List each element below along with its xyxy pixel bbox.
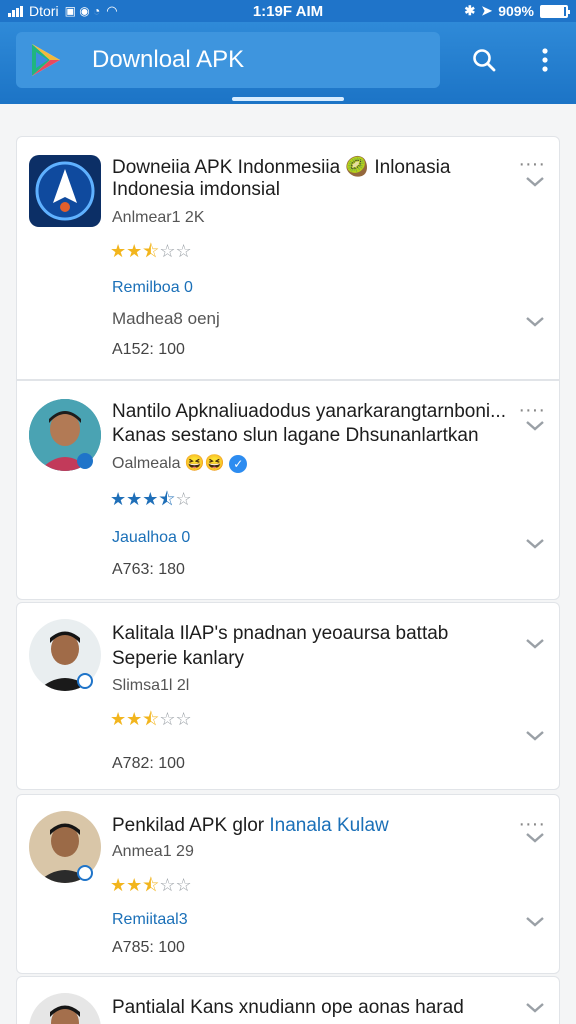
item-meta: Slimsa1l 2l xyxy=(112,677,190,694)
chevron-down-icon[interactable] xyxy=(525,729,545,743)
app-bar: Downloal APK xyxy=(0,22,576,104)
item-count: A763: 180 xyxy=(112,561,185,578)
star-empty-icon: ☆ xyxy=(159,241,176,261)
item-title-line2: Indonesia imdonsial xyxy=(112,179,280,200)
item-title-line2: Seperie kanlary xyxy=(112,648,245,669)
star-half-icon: ⯪ xyxy=(142,709,160,729)
list-item[interactable]: Nantilo Apknaliuadodus yanarkarangtarnbo… xyxy=(16,380,560,600)
more-menu-button[interactable] xyxy=(527,42,563,78)
search-icon xyxy=(473,49,496,72)
verified-badge-icon xyxy=(77,453,93,469)
star-full-icon: ★ xyxy=(110,875,127,895)
item-title: Downeiia APK Indonmesiia 🥝 Inlonasia xyxy=(112,157,451,178)
star-full-icon: ★ xyxy=(142,489,159,509)
avatar xyxy=(29,993,101,1024)
list-item[interactable]: Kalitala IlAP's pnadnan yeoaursa battab … xyxy=(16,602,560,790)
item-title: Penkilad APK glor Inanala Kulaw xyxy=(112,815,389,836)
more-dots-icon[interactable]: ···· xyxy=(518,814,545,834)
list-item[interactable]: Pantialal Kans xnudiann ope aonas harad xyxy=(16,976,560,1024)
item-title: Nantilo Apknaliuadodus yanarkarangtarnbo… xyxy=(112,401,506,422)
rating-stars: ★★⯪☆☆ xyxy=(110,239,192,269)
rating-stars: ★★★⯪☆ xyxy=(110,487,192,517)
star-full-icon: ★ xyxy=(110,489,127,509)
item-meta: Anlmear1 2K xyxy=(112,209,205,226)
more-dots-icon[interactable]: ···· xyxy=(518,400,545,420)
verified-badge-icon xyxy=(77,865,93,881)
star-half-icon: ⯪ xyxy=(158,489,176,509)
app-title-box[interactable]: Downloal APK xyxy=(16,32,440,88)
more-dots-icon[interactable]: ···· xyxy=(518,154,545,174)
chevron-down-icon[interactable] xyxy=(525,831,545,845)
item-count: A782: 100 xyxy=(112,755,185,772)
star-empty-icon: ☆ xyxy=(159,709,176,729)
star-half-icon: ⯪ xyxy=(142,875,160,895)
verified-badge-icon xyxy=(77,673,93,689)
battery-icon xyxy=(540,4,570,18)
list-item[interactable]: Downeiia APK Indonmesiia 🥝 Inlonasia Ind… xyxy=(16,136,560,380)
chevron-down-icon[interactable] xyxy=(525,637,545,651)
item-meta: Anmea1 29 xyxy=(112,843,194,860)
star-empty-icon: ☆ xyxy=(175,709,192,729)
search-button[interactable] xyxy=(466,42,502,78)
app-title: Downloal APK xyxy=(92,46,245,73)
tab-indicator xyxy=(232,97,344,101)
item-title: Kalitala IlAP's pnadnan yeoaursa battab xyxy=(112,623,449,644)
star-empty-icon: ☆ xyxy=(159,875,176,895)
star-full-icon: ★ xyxy=(126,489,143,509)
item-meta: Oalmeala 😆😆 ✓ xyxy=(112,453,248,473)
app-icon xyxy=(29,155,101,227)
star-empty-icon: ☆ xyxy=(175,489,192,509)
item-count: A785: 100 xyxy=(112,939,185,956)
chevron-down-icon[interactable] xyxy=(525,1001,545,1015)
item-link[interactable]: Remilboa 0 xyxy=(112,279,193,297)
item-title: Pantialal Kans xnudiann ope aonas harad xyxy=(112,997,464,1018)
chevron-down-icon[interactable] xyxy=(525,915,545,929)
star-full-icon: ★ xyxy=(110,709,127,729)
play-store-logo-icon xyxy=(24,38,68,82)
star-empty-icon: ☆ xyxy=(175,241,192,261)
status-time: 1:19F AIM xyxy=(252,2,324,20)
chevron-down-icon[interactable] xyxy=(525,315,545,329)
chevron-down-icon[interactable] xyxy=(525,419,545,433)
item-link[interactable]: Remiitaal3 xyxy=(112,911,188,929)
more-vertical-icon xyxy=(542,48,548,72)
star-empty-icon: ☆ xyxy=(175,875,192,895)
star-full-icon: ★ xyxy=(126,875,143,895)
rating-stars: ★★⯪☆☆ xyxy=(110,873,192,903)
item-subtitle: Madhea8 oenj xyxy=(112,309,220,328)
status-bar: 1:19F AIM Dtori ▣ ◉ ◔ ◠ ✱ ➤ 909% xyxy=(0,0,576,22)
star-half-icon: ⯪ xyxy=(142,241,160,261)
chevron-down-icon[interactable] xyxy=(525,537,545,551)
app-list: Downeiia APK Indonmesiia 🥝 Inlonasia Ind… xyxy=(0,104,576,1024)
item-title-line2: Kanas sestano slun lagane Dhsunanlartkan xyxy=(112,425,479,446)
chevron-down-icon[interactable] xyxy=(525,175,545,189)
star-full-icon: ★ xyxy=(126,241,143,261)
verified-check-icon: ✓ xyxy=(229,454,248,473)
star-full-icon: ★ xyxy=(126,709,143,729)
item-link[interactable]: Jaualhoa 0 xyxy=(112,529,190,547)
item-count: A152: 100 xyxy=(112,341,185,358)
list-item[interactable]: Penkilad APK glor Inanala Kulaw Anmea1 2… xyxy=(16,794,560,974)
rating-stars: ★★⯪☆☆ xyxy=(110,707,192,737)
star-full-icon: ★ xyxy=(110,241,127,261)
